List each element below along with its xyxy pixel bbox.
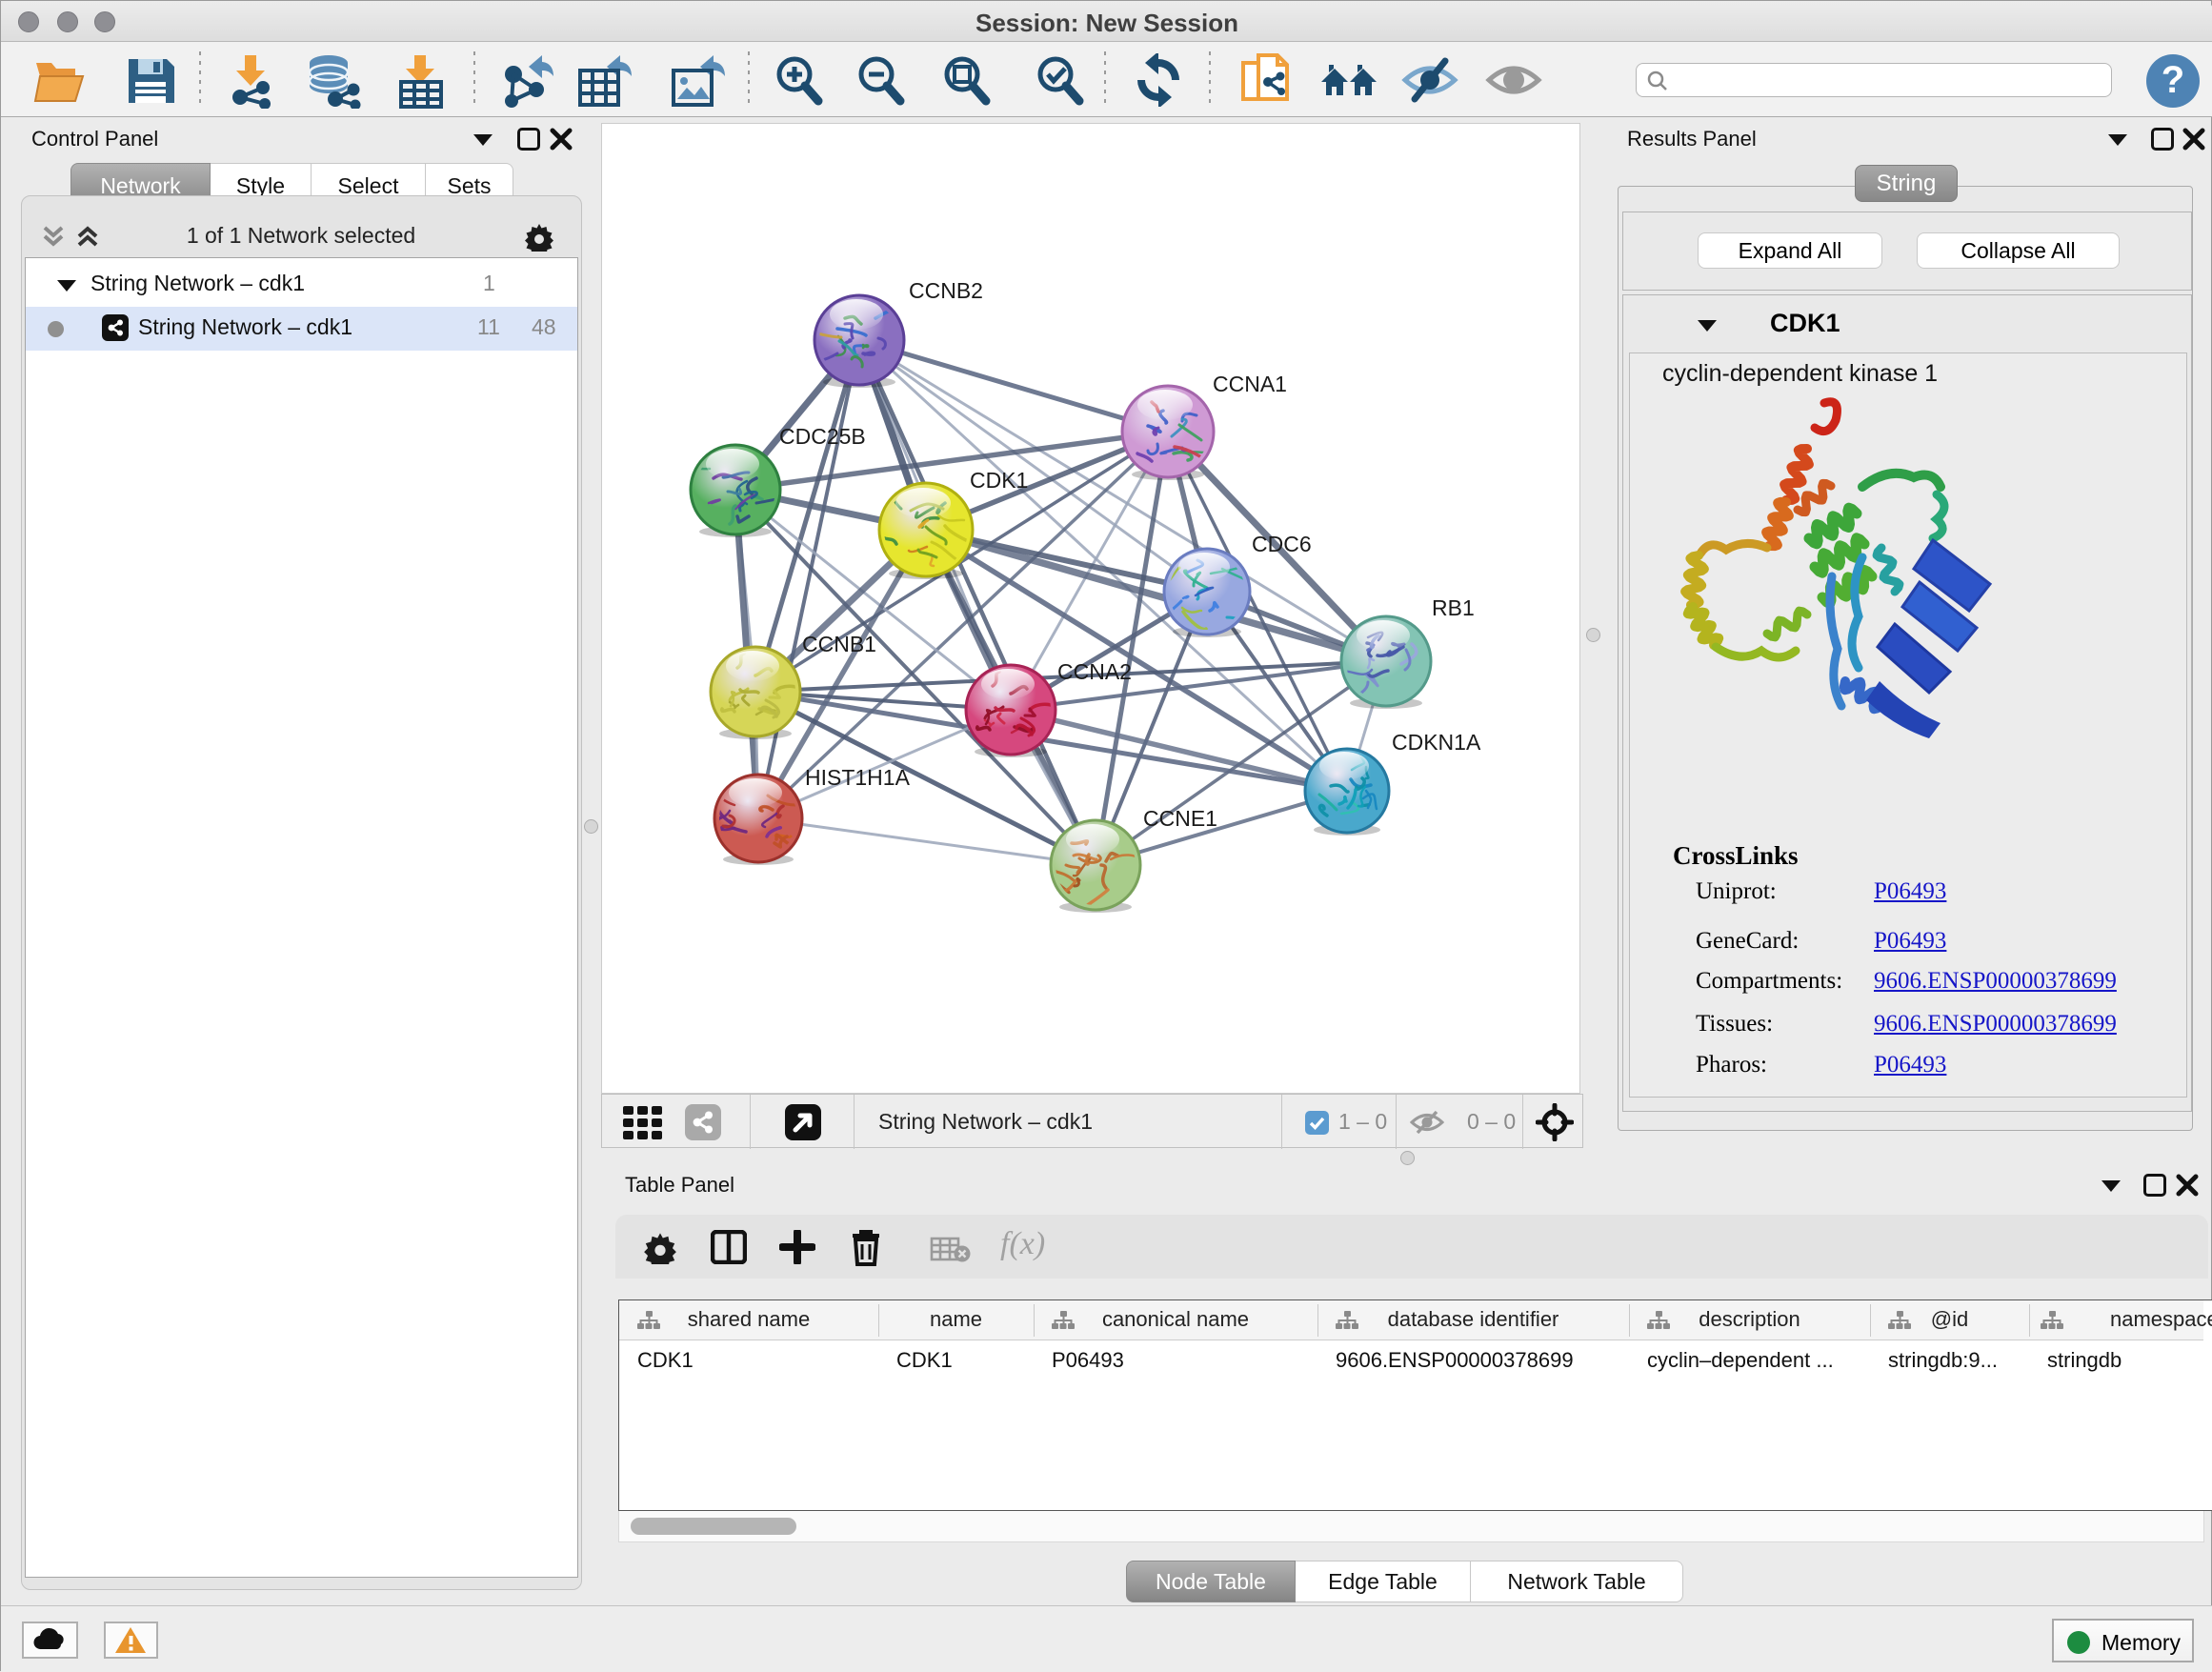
svg-text:CDC25B: CDC25B <box>779 424 866 449</box>
svg-text:CCNE1: CCNE1 <box>1143 806 1217 831</box>
svg-text:CCNB2: CCNB2 <box>909 278 983 303</box>
svg-text:RB1: RB1 <box>1432 595 1475 620</box>
svg-text:CDKN1A: CDKN1A <box>1392 730 1481 755</box>
svg-text:CCNA1: CCNA1 <box>1213 372 1287 396</box>
svg-text:HIST1H1A: HIST1H1A <box>805 765 911 790</box>
svg-text:CCNA2: CCNA2 <box>1057 659 1132 684</box>
svg-text:CCNB1: CCNB1 <box>802 632 876 656</box>
svg-text:CDK1: CDK1 <box>970 468 1028 493</box>
svg-text:CDC6: CDC6 <box>1252 532 1312 556</box>
